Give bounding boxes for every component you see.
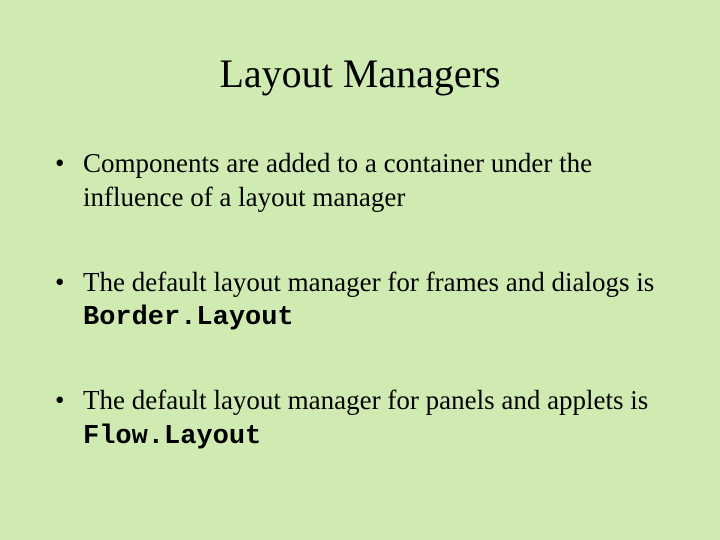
bullet-text: Components are added to a container unde… xyxy=(83,148,592,212)
bullet-list: Components are added to a container unde… xyxy=(55,147,665,455)
bullet-text: The default layout manager for frames an… xyxy=(83,267,654,297)
bullet-item: The default layout manager for panels an… xyxy=(55,384,665,455)
bullet-item: Components are added to a container unde… xyxy=(55,147,665,218)
slide-title: Layout Managers xyxy=(55,50,665,97)
bullet-code: Border.Layout xyxy=(83,303,294,333)
bullet-text: The default layout manager for panels an… xyxy=(83,385,648,415)
bullet-code: Flow.Layout xyxy=(83,422,261,452)
bullet-item: The default layout manager for frames an… xyxy=(55,266,665,337)
